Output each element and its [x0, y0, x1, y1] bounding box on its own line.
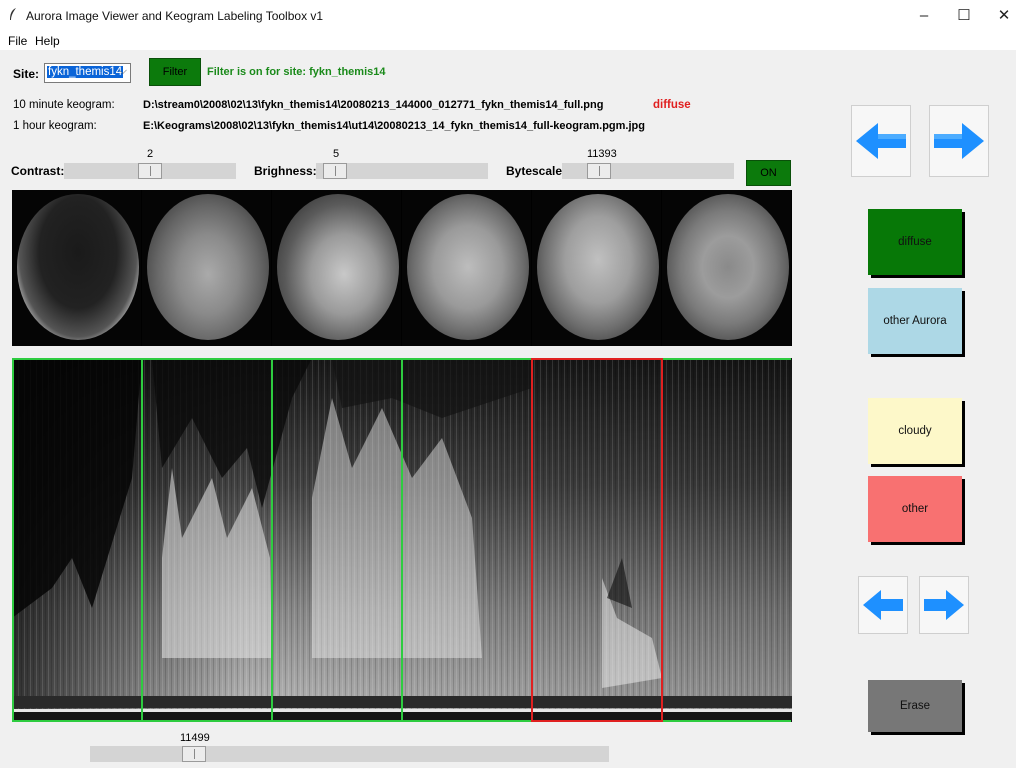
all-sky-image-3[interactable] — [272, 190, 401, 346]
erase-button[interactable]: Erase — [868, 680, 962, 732]
keogram-canvas — [12, 358, 792, 722]
menu-bar — [0, 30, 1024, 50]
brightness-slider-thumb[interactable] — [323, 163, 347, 179]
contrast-slider-thumb[interactable] — [138, 163, 162, 179]
chevron-down-icon: ⌵ — [118, 65, 127, 77]
bytescale-label: Bytescale: — [506, 164, 567, 178]
one-hour-keogram-label: 1 hour keogram: — [13, 120, 97, 132]
other-aurora-button[interactable]: other Aurora — [868, 288, 962, 354]
contrast-value: 2 — [147, 148, 154, 160]
one-hour-keogram-path: E:\Keograms\2008\02\13\fykn_themis14\ut1… — [143, 120, 645, 132]
bytescale-slider-thumb[interactable] — [587, 163, 611, 179]
site-select[interactable]: fykn_themis14 ⌵ — [44, 63, 131, 83]
menu-help[interactable]: Help — [35, 34, 60, 48]
close-button[interactable]: ✕ — [984, 0, 1024, 30]
site-select-value: fykn_themis14 — [47, 66, 124, 78]
bytescale-on-button[interactable]: ON — [746, 160, 791, 186]
feather-icon — [10, 8, 16, 20]
diffuse-button[interactable]: diffuse — [868, 209, 962, 275]
keogram-position-value: 11499 — [180, 732, 210, 744]
title-bar: Aurora Image Viewer and Keogram Labeling… — [0, 0, 1024, 30]
menu-file[interactable]: File — [8, 34, 27, 48]
all-sky-image-2[interactable] — [142, 190, 271, 346]
all-sky-image-1[interactable] — [12, 190, 141, 346]
ten-minute-keogram-path: D:\stream0\2008\02\13\fykn_themis14\2008… — [143, 99, 604, 111]
left-arrow-icon — [863, 590, 903, 620]
minimize-button[interactable]: – — [904, 0, 944, 30]
site-label: Site: — [13, 67, 40, 81]
left-arrow-icon — [856, 123, 906, 159]
keogram-position-thumb[interactable] — [182, 746, 206, 762]
all-sky-image-5[interactable] — [532, 190, 661, 346]
keogram-position-slider[interactable] — [90, 746, 609, 762]
filter-status: Filter is on for site: fykn_themis14 — [207, 66, 386, 78]
right-arrow-icon — [924, 590, 964, 620]
previous-hour-button[interactable] — [851, 105, 911, 177]
all-sky-image-4[interactable] — [402, 190, 531, 346]
keogram-image[interactable] — [12, 358, 792, 722]
previous-segment-button[interactable] — [858, 576, 908, 634]
bytescale-value: 11393 — [587, 148, 617, 160]
brightness-label: Brighness: — [254, 164, 317, 178]
right-arrow-icon — [934, 123, 984, 159]
next-segment-button[interactable] — [919, 576, 969, 634]
ten-minute-keogram-label: 10 minute keogram: — [13, 99, 115, 111]
current-label: diffuse — [653, 99, 691, 111]
all-sky-image-6[interactable] — [662, 190, 791, 346]
maximize-button[interactable]: ☐ — [944, 0, 984, 30]
cloudy-button[interactable]: cloudy — [868, 398, 962, 464]
window-title: Aurora Image Viewer and Keogram Labeling… — [26, 9, 324, 23]
all-sky-image-strip — [12, 190, 792, 346]
filter-button[interactable]: Filter — [149, 58, 201, 86]
other-button[interactable]: other — [868, 476, 962, 542]
contrast-label: Contrast: — [11, 164, 65, 178]
next-hour-button[interactable] — [929, 105, 989, 177]
brightness-value: 5 — [333, 148, 340, 160]
